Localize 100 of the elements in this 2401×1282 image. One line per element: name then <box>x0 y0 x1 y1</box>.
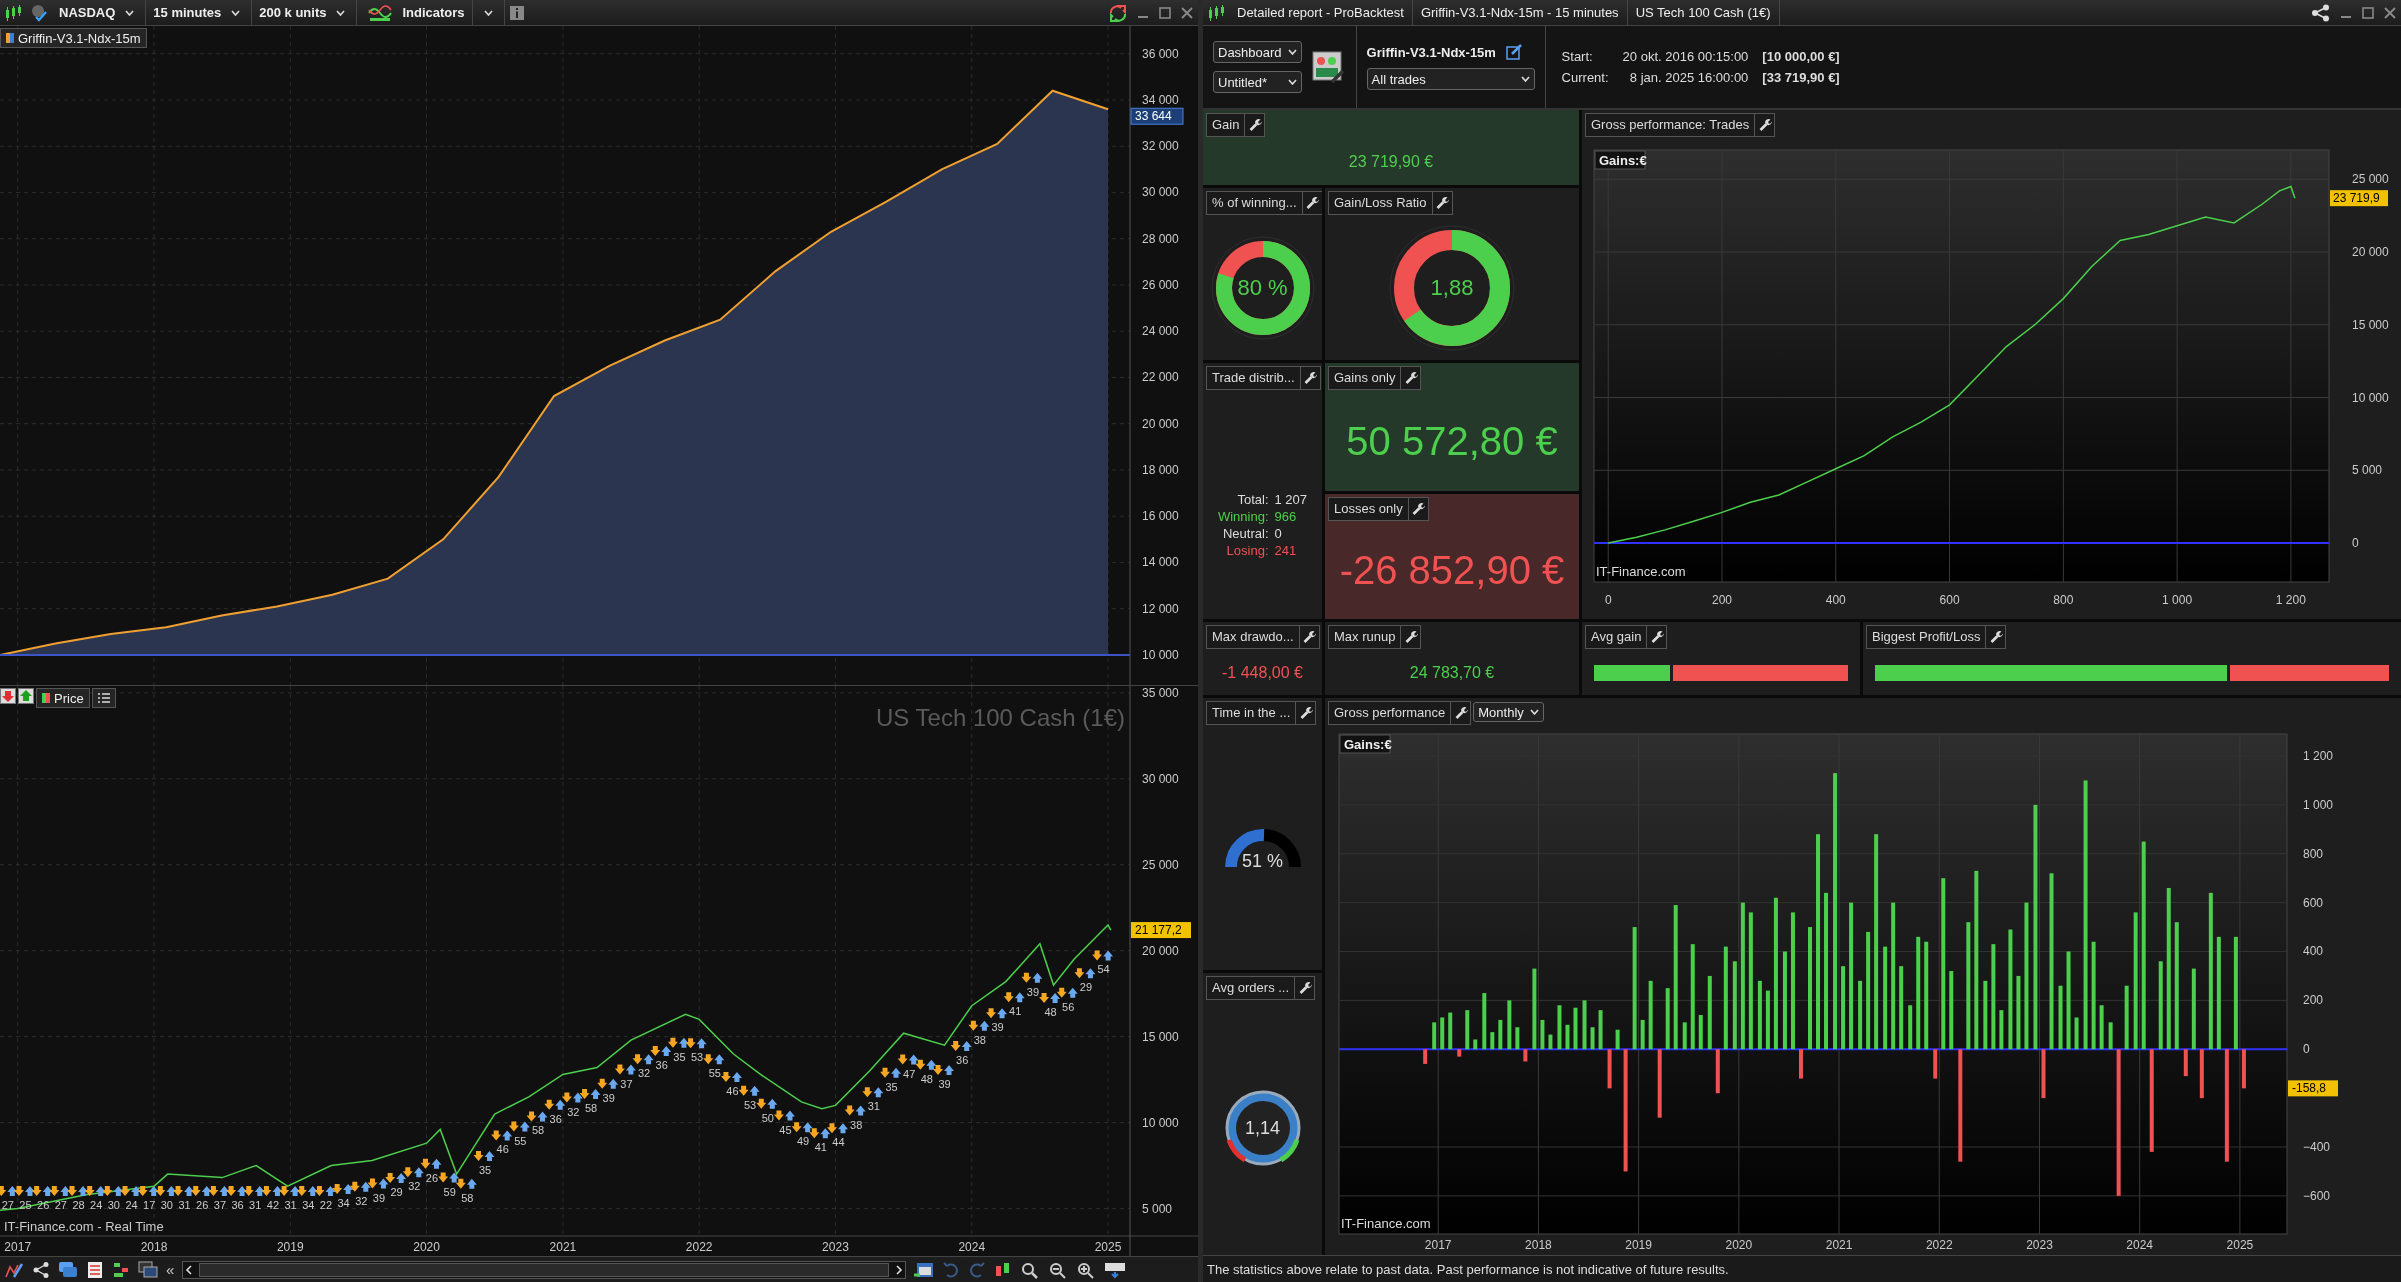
axis-label: 25 000 <box>2352 172 2389 187</box>
stat-value: 966 <box>1274 508 1298 525</box>
period-label: Current: <box>1561 70 1609 85</box>
axis-label: 0 <box>2352 536 2359 550</box>
legend-label: Gains:€ <box>1339 734 1392 754</box>
trade-count: 59 <box>443 1185 456 1198</box>
widget-title: Gross performance: Trades <box>1590 116 1751 134</box>
last-value-badge: -158,8 <box>2288 1080 2338 1097</box>
trade-count: 39 <box>372 1191 386 1204</box>
layout-dropdown[interactable]: Untitled* <box>1213 71 1302 93</box>
axis-label: 2024 <box>2126 1238 2154 1252</box>
axis-label: 22 000 <box>1142 370 1179 385</box>
axis-label: 2025 <box>1094 1240 1122 1254</box>
axis-label: 14 000 <box>1142 555 1179 570</box>
trade-count: 58 <box>584 1101 598 1114</box>
axis-label: 2023 <box>822 1240 849 1254</box>
trade-count: 54 <box>1097 963 1110 976</box>
axis-label: 15 000 <box>1142 1029 1179 1044</box>
axis-label: 10 000 <box>1142 1115 1179 1130</box>
trade-count: 45 <box>779 1123 792 1136</box>
axis-label: 1 200 <box>2303 749 2334 763</box>
axis-label: 2023 <box>2026 1238 2053 1252</box>
price-legend[interactable]: Price <box>36 688 90 708</box>
trade-count: 32 <box>408 1180 421 1193</box>
instrument-dropdown[interactable]: NASDAQ <box>52 0 147 25</box>
title-segment: Griffin-V3.1-Ndx-15m - 15 minutes <box>1412 0 1628 26</box>
trade-count: 58 <box>461 1191 474 1204</box>
axis-label: 28 000 <box>1142 231 1179 246</box>
axis-label: 1 000 <box>2162 593 2193 607</box>
axis-label: 200 <box>1712 593 1732 607</box>
trade-count: 55 <box>708 1067 721 1080</box>
trade-count: 36 <box>956 1054 969 1066</box>
trade-count: 56 <box>1062 1000 1075 1013</box>
collapse-toggle[interactable]: « <box>166 1261 175 1278</box>
widget-title: Gross performance <box>1333 704 1447 722</box>
widget-title: % of winning... <box>1211 194 1298 212</box>
axis-label: 10 000 <box>2352 390 2389 405</box>
watermark: IT-Finance.com - Real Time <box>4 1219 164 1234</box>
axis-label: 25 000 <box>1142 857 1179 872</box>
axis-label: 20 000 <box>1142 943 1179 958</box>
widget-title: Biggest Profit/Loss <box>1871 628 1982 646</box>
trade-count: 55 <box>514 1134 527 1147</box>
widget-title: Avg gain <box>1590 628 1643 646</box>
axis-label: 34 000 <box>1142 93 1179 107</box>
widget-title: Avg orders ... <box>1211 979 1291 998</box>
axis-label: 2024 <box>958 1240 986 1254</box>
trade-count: 37 <box>620 1077 633 1090</box>
axis-label: 2019 <box>276 1240 304 1254</box>
trade-count: 31 <box>249 1199 262 1211</box>
axis-label: 10 000 <box>1142 647 1179 662</box>
axis-label: 20 000 <box>1142 416 1179 431</box>
losses-value: -26 852,90 € <box>1339 548 1565 593</box>
trade-count: 41 <box>1009 1005 1022 1018</box>
trade-count: 53 <box>744 1098 757 1111</box>
widget-title: Trade distrib... <box>1211 369 1296 387</box>
axis-label: 1 200 <box>2275 593 2306 607</box>
disclaimer: The statistics above relate to past data. Past performance is not indicative of future results. <box>1203 1255 2401 1282</box>
axis-label: 400 <box>2303 944 2324 959</box>
axis-label: 20 000 <box>2352 245 2389 259</box>
widget-title: Gain/Loss Ratio <box>1333 194 1428 212</box>
trades-dropdown[interactable]: All trades <box>1366 68 1535 90</box>
axis-label: 5 000 <box>1142 1201 1173 1216</box>
trade-count: 29 <box>1079 981 1093 994</box>
axis-label: 2017 <box>1424 1238 1452 1252</box>
axis-label: 2025 <box>2226 1238 2254 1252</box>
trade-count: 37 <box>213 1199 227 1211</box>
watermark: IT-Finance.com <box>1341 1216 1431 1231</box>
stat-value: 1 207 <box>1274 491 1308 508</box>
trade-count: 17 <box>143 1199 156 1211</box>
trade-count: 27 <box>1 1199 14 1211</box>
stat-value: 241 <box>1274 542 1298 559</box>
axis-label: 0 <box>2303 1042 2310 1057</box>
chart-title: US Tech 100 Cash (1€) <box>875 704 1125 731</box>
axis-label: 2018 <box>1525 1238 1552 1252</box>
stat-label: Total: <box>1236 491 1269 508</box>
trade-count: 36 <box>549 1112 562 1125</box>
stat-label: Neutral: <box>1222 525 1269 542</box>
strategy-name: Griffin-V3.1-Ndx-15m <box>1366 44 1496 60</box>
title-segment: US Tech 100 Cash (1€) <box>1627 0 1780 26</box>
widget-title: Max drawdo... <box>1211 628 1295 646</box>
trade-count: 39 <box>938 1077 951 1090</box>
indicators-button[interactable]: Indicators <box>357 0 473 25</box>
view-dropdown[interactable]: Dashboard <box>1213 41 1302 63</box>
period-dropdown[interactable]: Monthly <box>1473 702 1544 722</box>
strategy-legend[interactable]: Griffin-V3.1-Ndx-15m <box>0 28 147 48</box>
stat-label: Losing: <box>1225 542 1269 559</box>
axis-label: 35 000 <box>1142 686 1179 700</box>
last-value-badge: 33 644 <box>1130 107 1184 125</box>
quantity-dropdown[interactable]: 200 k units <box>252 0 358 25</box>
widget-title: Max runup <box>1333 628 1397 646</box>
trade-count: 47 <box>903 1067 916 1080</box>
trade-count: 29 <box>390 1185 403 1198</box>
widget-title: Gain <box>1211 116 1241 134</box>
trade-count: 34 <box>337 1197 350 1210</box>
trade-count: 22 <box>319 1199 333 1211</box>
axis-label: 30 000 <box>1142 771 1179 786</box>
timeframe-dropdown[interactable]: 15 minutes <box>146 0 253 25</box>
axis-label: −400 <box>2303 1140 2331 1154</box>
axis-label: 2021 <box>1825 1238 1853 1252</box>
last-value-badge: 23 719,9 <box>2330 190 2388 207</box>
